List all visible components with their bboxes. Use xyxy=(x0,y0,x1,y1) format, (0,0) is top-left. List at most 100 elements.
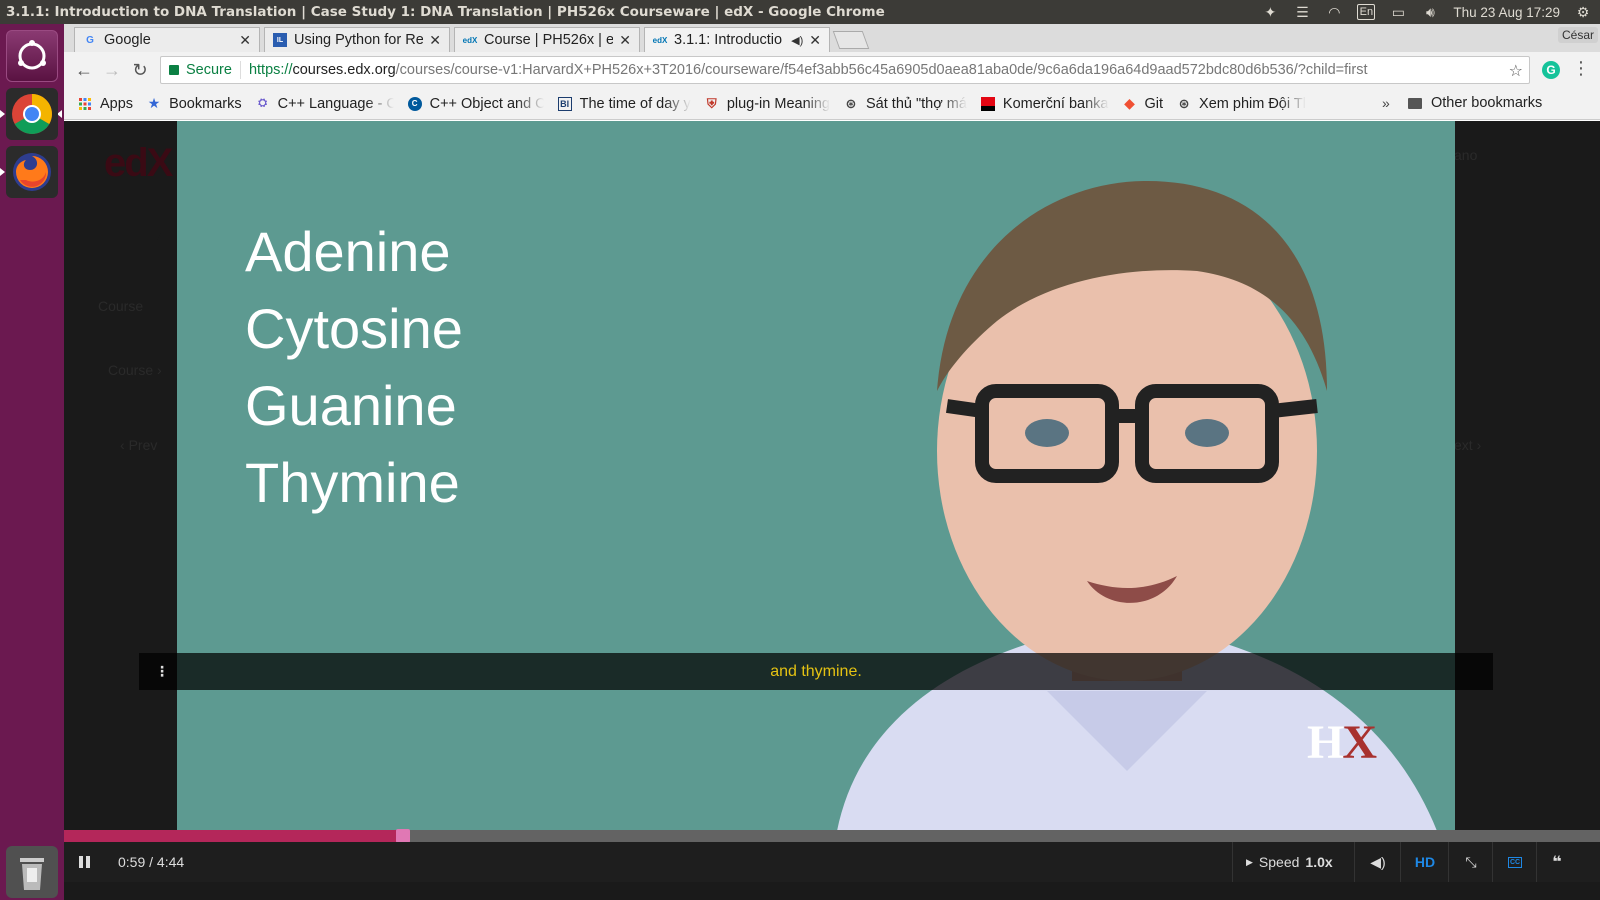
bookmark-bookmarks[interactable]: ★ Bookmarks xyxy=(147,96,242,112)
next-link: ext › xyxy=(1454,437,1482,453)
launcher-trash[interactable] xyxy=(6,846,58,898)
globe-icon: ⊛ xyxy=(845,95,857,111)
hd-toggle[interactable]: HD xyxy=(1410,842,1440,882)
bookmark-label: Sát thủ "thợ má xyxy=(866,95,967,112)
tab-google[interactable]: G Google ✕ xyxy=(74,27,260,52)
clock[interactable]: Thu 23 Aug 17:29 xyxy=(1453,5,1560,20)
audio-playing-icon[interactable]: ◀) xyxy=(791,34,803,47)
volume-icon[interactable]: 🔊︎ xyxy=(1421,4,1439,20)
forward-arrow-icon[interactable]: → xyxy=(98,56,126,84)
shield-icon: ⛨ xyxy=(706,95,717,111)
pause-button[interactable] xyxy=(64,842,104,882)
url-path: /courses/course-v1:HarvardX+PH526x+3T201… xyxy=(395,62,1368,78)
wifi-icon[interactable]: ◠ xyxy=(1325,4,1343,20)
back-arrow-icon[interactable]: ← xyxy=(70,56,98,84)
globe-icon: ⊛ xyxy=(1178,95,1190,111)
tab-strip: G Google ✕ IL Using Python for Re ✕ edX … xyxy=(64,24,1600,52)
dropbox-icon[interactable]: ✦ xyxy=(1261,4,1279,20)
tab-favicon-icon: IL xyxy=(273,33,287,47)
new-tab-button[interactable] xyxy=(832,31,870,49)
bookmark-xem-phim[interactable]: ⊛ Xem phim Đội Tl xyxy=(1177,96,1306,112)
tab-course[interactable]: edX Course | PH526x | ec ✕ xyxy=(454,27,640,52)
bookmarks-overflow-chevron-icon[interactable]: » xyxy=(1382,95,1390,111)
git-icon: ◆ xyxy=(1124,95,1135,112)
cpp-icon: ⛭ xyxy=(258,97,267,109)
bookmark-label: C++ Object and C xyxy=(429,95,544,112)
launcher-ubuntu[interactable] xyxy=(6,30,58,82)
close-icon[interactable]: ✕ xyxy=(619,32,631,49)
menu-kebab-icon[interactable]: ⋮ xyxy=(1572,58,1590,79)
caption-menu-kebab-icon[interactable]: ⋮ xyxy=(155,663,169,680)
bookmark-label: The time of day y xyxy=(579,95,691,112)
exit-fullscreen-button[interactable]: ⤡ xyxy=(1456,842,1486,882)
progress-fill xyxy=(64,830,398,842)
volume-button[interactable]: ◀) xyxy=(1364,842,1392,882)
bookmark-label: Apps xyxy=(100,95,134,112)
launcher-chrome[interactable] xyxy=(6,88,58,140)
launcher-running-indicator xyxy=(0,110,5,118)
close-icon[interactable]: ✕ xyxy=(809,32,821,49)
bookmark-cpp-object[interactable]: C C++ Object and C xyxy=(407,95,544,112)
video-player-frame[interactable]: Adenine Cytosine Guanine Thymine HX xyxy=(177,121,1455,831)
other-bookmarks-label: Other bookmarks xyxy=(1431,95,1543,111)
bookmark-plugin-meaning[interactable]: ⛨ plug-in Meaning xyxy=(705,96,830,112)
divider xyxy=(1448,842,1449,882)
bookmark-star-icon[interactable]: ☆ xyxy=(1509,61,1523,81)
time-display: 0:59 / 4:44 xyxy=(118,854,185,870)
browser-toolbar: ← → ↻ Secure https://courses.edx.org/cou… xyxy=(64,52,1600,88)
quote-icon: ❝ xyxy=(1552,854,1562,871)
grammarly-extension-icon[interactable]: G xyxy=(1542,61,1560,79)
notes-icon[interactable]: ☰ xyxy=(1293,4,1311,20)
previous-link: ‹ Prev xyxy=(120,437,158,453)
unity-launcher xyxy=(0,24,64,900)
tab-python[interactable]: IL Using Python for Re ✕ xyxy=(264,27,450,52)
logo-x: X xyxy=(1342,716,1377,769)
trash-icon xyxy=(20,858,44,890)
caret-right-icon: ▶ xyxy=(1246,856,1253,867)
apps-grid-icon xyxy=(78,97,92,111)
user-menu-label: ano xyxy=(1454,147,1478,163)
bookmark-label: Bookmarks xyxy=(169,95,242,112)
edx-favicon-icon: edX xyxy=(652,35,668,45)
warning-icon: ▲ xyxy=(154,228,168,244)
firefox-icon xyxy=(13,153,51,191)
tab-label: Google xyxy=(104,32,151,48)
logo-h: H xyxy=(1307,716,1344,769)
next-link-label: ext xyxy=(1454,437,1473,453)
secure-indicator[interactable]: Secure xyxy=(161,61,241,79)
google-favicon-icon: G xyxy=(86,34,94,46)
captions-toggle[interactable]: CC xyxy=(1500,842,1530,882)
system-tray: ✦ ☰ ◠ En ▭ 🔊︎ Thu 23 Aug 17:29 ⚙ xyxy=(1261,0,1600,24)
address-bar[interactable]: Secure https://courses.edx.org/courses/c… xyxy=(160,56,1530,84)
gear-icon[interactable]: ⚙ xyxy=(1574,4,1592,20)
battery-icon[interactable]: ▭ xyxy=(1389,4,1407,20)
speed-button[interactable]: ▶ Speed 1.0x xyxy=(1246,842,1333,882)
bookmark-time-of-day[interactable]: Bl The time of day y xyxy=(557,95,691,112)
bookmark-sat-thu[interactable]: ⊛ Sát thủ "thợ má xyxy=(844,96,967,112)
os-top-bar: 3.1.1: Introduction to DNA Translation |… xyxy=(0,0,1600,24)
bookmark-label: plug-in Meaning xyxy=(726,95,830,112)
launcher-firefox[interactable] xyxy=(6,146,58,198)
video-progress-slider[interactable] xyxy=(64,829,1600,843)
progress-handle[interactable] xyxy=(396,829,410,843)
secure-label: Secure xyxy=(186,62,232,78)
caption-bar: ⋮ and thymine. xyxy=(139,653,1493,690)
previous-link-label: Prev xyxy=(128,437,158,453)
ubuntu-logo-icon xyxy=(18,40,46,70)
divider xyxy=(1400,842,1401,882)
bookmark-git[interactable]: ◆ Git xyxy=(1123,95,1163,112)
transcript-toggle[interactable]: ❝ xyxy=(1542,842,1572,882)
url-text[interactable]: https://courses.edx.org/courses/course-v… xyxy=(241,62,1368,78)
bookmark-cpp-language[interactable]: ⛭ C++ Language - C xyxy=(256,96,393,112)
other-bookmarks[interactable]: Other bookmarks xyxy=(1408,95,1542,111)
tab-active-lesson[interactable]: edX 3.1.1: Introductio ◀) ✕ xyxy=(644,27,830,52)
bookmark-apps[interactable]: Apps xyxy=(78,96,133,112)
reload-icon[interactable]: ↻ xyxy=(126,56,154,84)
profile-button[interactable]: César xyxy=(1557,27,1598,43)
close-icon[interactable]: ✕ xyxy=(429,32,441,49)
close-icon[interactable]: ✕ xyxy=(239,32,251,49)
bookmark-komercni-banka[interactable]: Komerční banka xyxy=(980,96,1109,112)
kb-bank-icon xyxy=(980,96,995,111)
chrome-icon xyxy=(12,94,52,134)
keyboard-layout-indicator[interactable]: En xyxy=(1357,4,1376,20)
